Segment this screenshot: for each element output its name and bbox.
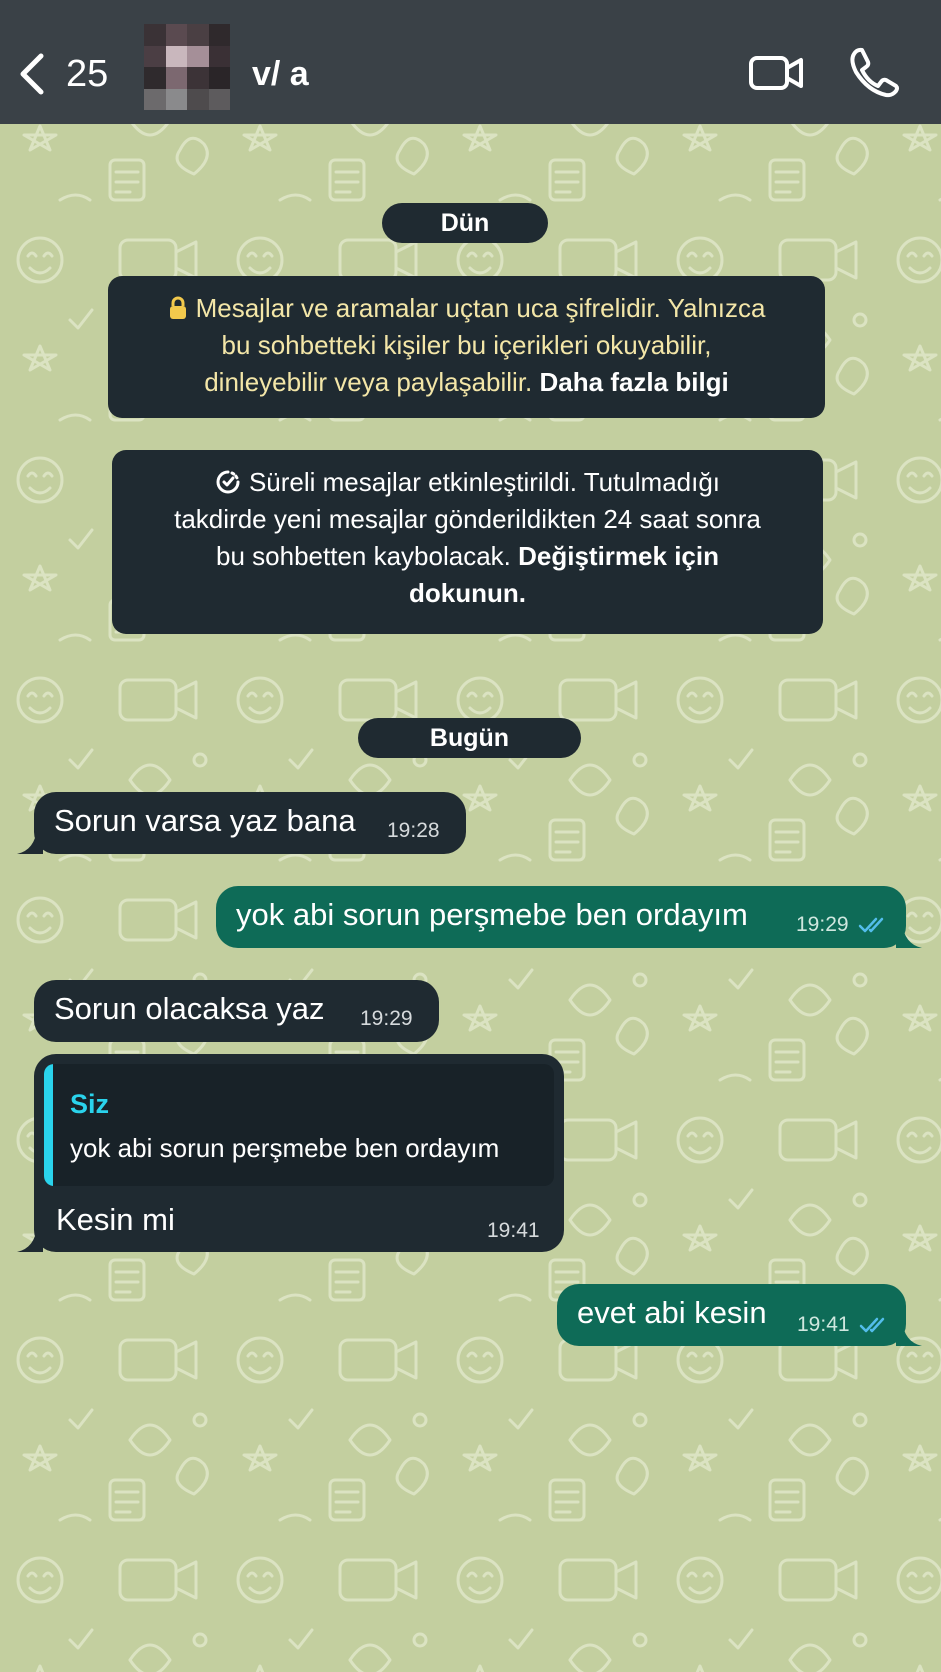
chat-header: 25 v/ a	[0, 0, 941, 124]
date-separator-today: Bugün	[358, 718, 581, 758]
change-setting-link[interactable]: Değiştirmek için	[518, 541, 719, 571]
read-receipt-icon	[859, 1317, 885, 1333]
message-time: 19:41	[797, 1313, 850, 1336]
bubble-tail	[896, 1320, 922, 1346]
message-bubble-outgoing[interactable]: evet abi kesin 19:41	[557, 1284, 906, 1346]
quote-accent-bar	[44, 1064, 53, 1186]
disappearing-messages-notice[interactable]: Süreli mesajlar etkinleştirildi. Tutulma…	[112, 450, 823, 634]
unread-count[interactable]: 25	[66, 48, 108, 100]
learn-more-link[interactable]: Daha fazla bilgi	[540, 367, 729, 397]
read-receipt-icon	[858, 917, 884, 933]
disappearing-text-line2: takdirde yeni mesajlar gönderildikten 24…	[174, 504, 761, 534]
quote-author: Siz	[70, 1089, 110, 1119]
message-bubble-outgoing[interactable]: yok abi sorun perşmebe ben ordayım 19:29	[216, 886, 906, 948]
message-time: 19:28	[387, 819, 440, 842]
avatar[interactable]	[144, 24, 230, 110]
encryption-notice[interactable]: Mesajlar ve aramalar uçtan uca şifrelidi…	[108, 276, 825, 418]
message-time: 19:41	[487, 1219, 540, 1242]
message-text: Sorun varsa yaz bana	[54, 803, 356, 838]
message-bubble-incoming[interactable]: Sorun olacaksa yaz 19:29	[34, 980, 439, 1042]
bubble-tail	[17, 828, 43, 854]
message-bubble-incoming[interactable]: Sorun varsa yaz bana 19:28	[34, 792, 466, 854]
message-text: Sorun olacaksa yaz	[54, 991, 325, 1026]
bubble-tail	[17, 1226, 43, 1252]
encryption-text-line2: bu sohbetteki kişiler bu içerikleri okuy…	[221, 330, 712, 360]
message-text: Kesin mi	[56, 1202, 175, 1237]
bubble-tail	[896, 922, 922, 948]
encryption-text-line1: Mesajlar ve aramalar uçtan uca şifrelidi…	[195, 293, 766, 323]
video-camera-icon[interactable]	[748, 50, 804, 96]
back-chevron-icon[interactable]	[14, 48, 50, 100]
message-text: yok abi sorun perşmebe ben ordayım	[236, 897, 748, 932]
quote-text: yok abi sorun perşmebe ben ordayım	[70, 1133, 500, 1163]
message-time: 19:29	[360, 1007, 413, 1030]
message-time: 19:29	[796, 913, 849, 936]
encryption-text-line3: dinleyebilir veya paylaşabilir.	[204, 367, 533, 397]
contact-name[interactable]: v/ a	[252, 48, 309, 100]
disappearing-text-line1: Süreli mesajlar etkinleştirildi. Tutulma…	[248, 467, 721, 497]
message-bubble-incoming-reply[interactable]: Siz yok abi sorun perşmebe ben ordayım K…	[34, 1054, 564, 1252]
quoted-message[interactable]: Siz yok abi sorun perşmebe ben ordayım	[44, 1064, 554, 1186]
date-separator-yesterday: Dün	[382, 203, 548, 243]
disappearing-text-line3: bu sohbetten kaybolacak.	[216, 541, 511, 571]
phone-icon[interactable]	[848, 46, 900, 98]
change-setting-link-cont[interactable]: dokunun.	[409, 578, 526, 608]
message-text: evet abi kesin	[577, 1295, 767, 1330]
timer-icon	[216, 470, 240, 494]
lock-icon	[169, 296, 186, 319]
